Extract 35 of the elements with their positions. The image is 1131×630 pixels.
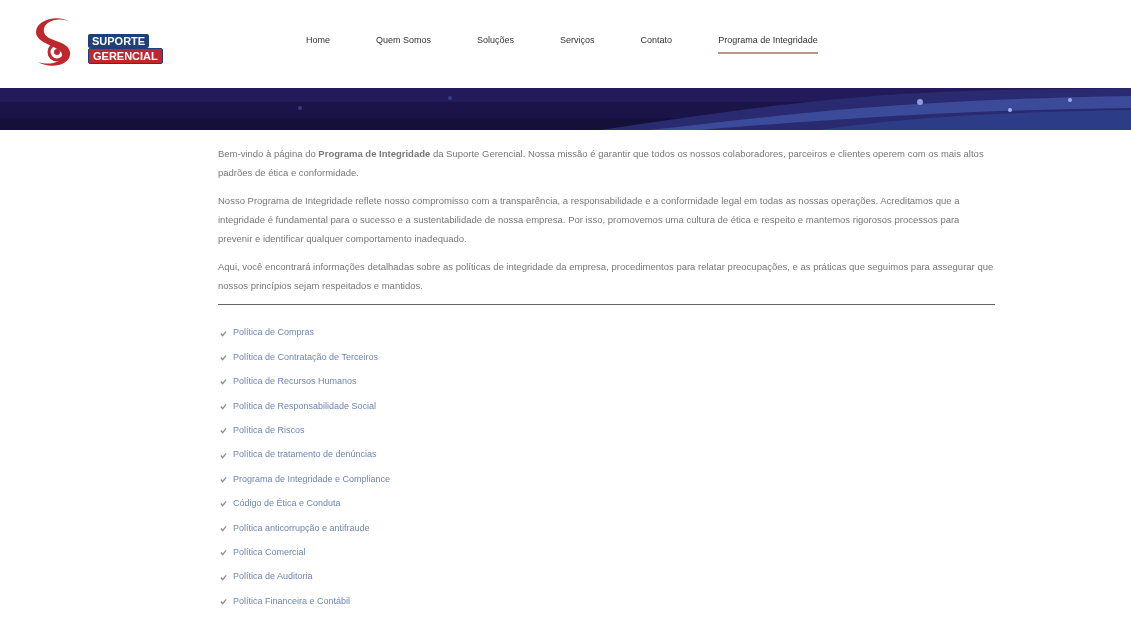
check-icon [220, 524, 227, 532]
policy-link[interactable]: Política de Recursos Humanos [233, 375, 357, 389]
nav-link[interactable]: Serviços [560, 34, 595, 54]
policy-link[interactable]: Política de tratamento de denúncias [233, 448, 377, 462]
check-icon [220, 427, 227, 435]
policy-link[interactable]: Política de Contratação de Terceiros [233, 350, 378, 365]
check-icon [220, 500, 227, 508]
check-icon [220, 573, 227, 581]
policy-link[interactable]: Política de Riscos [233, 424, 305, 438]
paragraph: Nosso Programa de Integridade reflete nosso compromisso com a transparência, a responsabilidade e a conformidade legal em todas as nossas operações. Acreditamos que a integridade é fundamental para o sucesso e a sustentabilidade de nossa empresa. Por isso, promovemos uma cultura de ética e respeito e mantemos rigorosos processos para prevenir e identificar qualquer comportamento inadequado. [218, 194, 961, 246]
policy-link[interactable]: Política Financeira e Contábil [233, 594, 351, 609]
logo-text: GERENCIAL [88, 48, 163, 64]
nav-link[interactable]: Quem Somos [376, 34, 432, 54]
paragraph: Bem-vindo à página do Programa de Integridade da Suporte Gerencial. Nossa missão é garantir que todos os nossos colaboradores, parceiros e clientes operem com os mais altos padrões de ética e conformidade. [218, 147, 985, 180]
policy-link[interactable]: Política de Responsabilidade Social [233, 399, 377, 414]
policy-link[interactable]: Política de Auditoria [233, 570, 313, 584]
policy-link[interactable]: Programa de Integridade e Compliance [233, 472, 391, 487]
policy-link[interactable]: Política anticorrupção e antifraude [233, 521, 370, 536]
check-icon [220, 451, 227, 459]
check-icon [220, 329, 227, 337]
paragraph: Aqui, você encontrará informações detalhadas sobre as políticas de integridade da empresa, procedimentos para relatar preocupações, e as práticas que seguimos para assegurar que nossos princípios sejam respeitados e mantidos. [218, 260, 995, 293]
check-icon [220, 549, 227, 557]
nav-link[interactable]: Programa de Integridade [718, 34, 818, 54]
policy-link[interactable]: Código de Ética e Conduta [233, 497, 341, 511]
nav-link[interactable]: Home [306, 34, 330, 54]
policy-link[interactable]: Política Comercial [233, 545, 306, 560]
check-icon [220, 354, 227, 362]
logo-text: SUPORTE [88, 34, 150, 48]
policy-link[interactable]: Política de Compras [233, 326, 315, 340]
check-icon [220, 598, 227, 605]
check-icon [220, 476, 227, 484]
nav-link[interactable]: Contato [640, 34, 673, 54]
check-icon [220, 378, 227, 386]
check-icon [220, 402, 227, 410]
nav-link[interactable]: Soluções [477, 34, 515, 54]
